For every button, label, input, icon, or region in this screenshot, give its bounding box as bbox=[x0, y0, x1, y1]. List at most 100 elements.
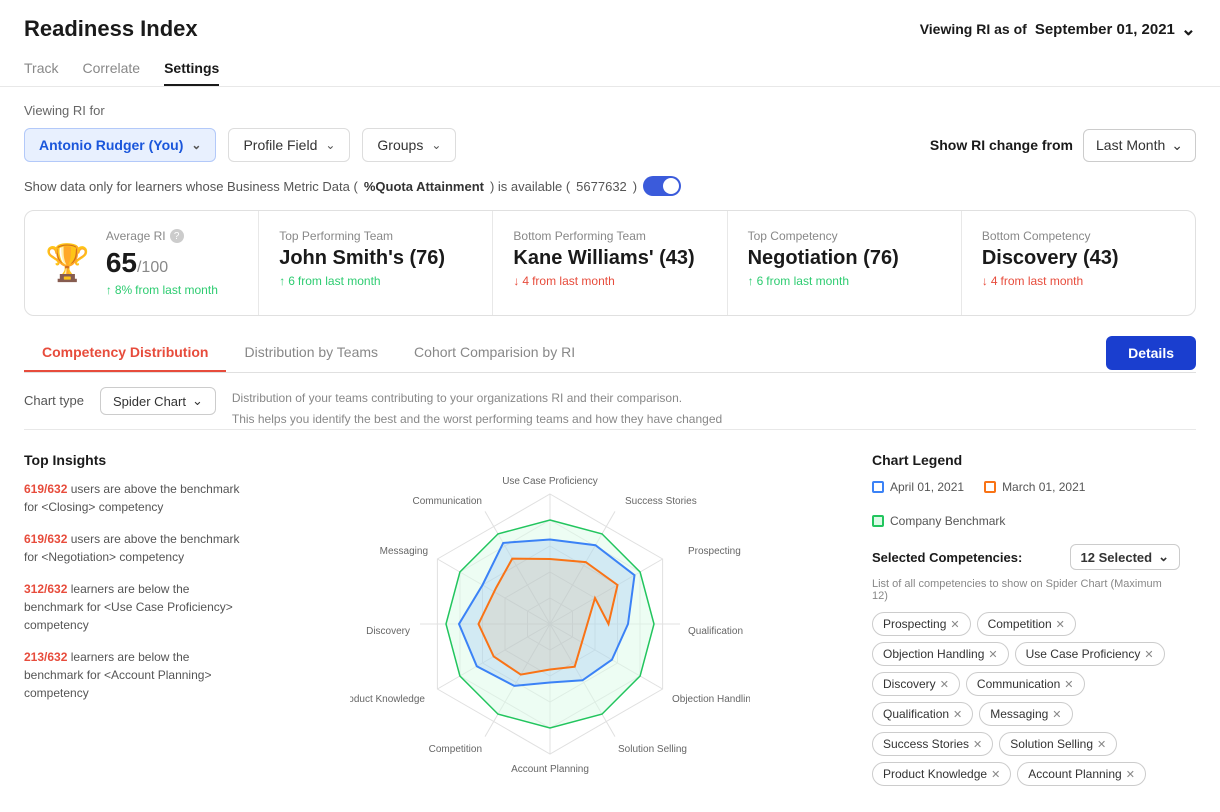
chevron-down-icon: ⌄ bbox=[325, 138, 335, 152]
legend-title: Chart Legend bbox=[872, 452, 1180, 468]
legend-label-benchmark: Company Benchmark bbox=[890, 514, 1005, 528]
tab-track[interactable]: Track bbox=[24, 52, 58, 86]
remove-tag-icon[interactable]: ✕ bbox=[973, 738, 982, 751]
tab-competency-distribution[interactable]: Competency Distribution bbox=[24, 334, 226, 372]
legend-panel: Chart Legend April 01, 2021 March 01, 20… bbox=[856, 442, 1196, 796]
show-ri-dropdown[interactable]: Last Month ⌄ bbox=[1083, 129, 1196, 162]
tag-account-planning: Account Planning ✕ bbox=[1017, 762, 1146, 786]
groups-label: Groups bbox=[377, 137, 423, 153]
filters-row: Antonio Rudger (You) ⌄ Profile Field ⌄ G… bbox=[24, 128, 1196, 162]
legend-label-march: March 01, 2021 bbox=[1002, 480, 1085, 494]
tag-communication: Communication ✕ bbox=[966, 672, 1085, 696]
remove-tag-icon[interactable]: ✕ bbox=[1126, 768, 1135, 781]
tag-list: Prospecting ✕ Competition ✕ Objection Ha… bbox=[872, 612, 1180, 786]
remove-tag-icon[interactable]: ✕ bbox=[1144, 648, 1153, 661]
bottom-team-name: Kane Williams' (43) bbox=[513, 247, 706, 270]
tab-cohort-comparison[interactable]: Cohort Comparision by RI bbox=[396, 334, 593, 372]
tag-use-case-proficiency: Use Case Proficiency ✕ bbox=[1015, 642, 1165, 666]
bottom-competency-label: Bottom Competency bbox=[982, 229, 1175, 243]
svg-text:Messaging: Messaging bbox=[380, 546, 428, 557]
insight-highlight: 213/632 bbox=[24, 650, 67, 664]
top-team-change: 6 from last month bbox=[279, 274, 472, 288]
svg-text:Prospecting: Prospecting bbox=[688, 546, 741, 557]
bottom-competency-change: 4 from last month bbox=[982, 274, 1175, 288]
remove-tag-icon[interactable]: ✕ bbox=[1097, 738, 1106, 751]
svg-text:Competition: Competition bbox=[429, 744, 482, 755]
info-icon[interactable]: ? bbox=[170, 229, 184, 243]
avg-ri-change: 8% from last month bbox=[106, 283, 218, 297]
insight-item: 312/632 learners are below the benchmark… bbox=[24, 580, 244, 634]
tab-correlate[interactable]: Correlate bbox=[82, 52, 140, 86]
chart-desc-line2: This helps you identify the best and the… bbox=[232, 410, 722, 429]
remove-tag-icon[interactable]: ✕ bbox=[1056, 618, 1065, 631]
spider-chart: Use Case Proficiency Success Stories Pro… bbox=[350, 449, 750, 789]
user-filter-label: Antonio Rudger (You) bbox=[39, 137, 183, 153]
tag-label: Messaging bbox=[990, 707, 1048, 721]
avg-ri-value: 65/100 bbox=[106, 247, 218, 279]
spider-chart-area: Use Case Proficiency Success Stories Pro… bbox=[244, 442, 856, 796]
chevron-down-icon: ⌄ bbox=[1171, 137, 1183, 154]
svg-text:Use Case Proficiency: Use Case Proficiency bbox=[502, 476, 598, 487]
chevron-down-icon: ⌄ bbox=[431, 138, 441, 152]
nav-tabs: Track Correlate Settings bbox=[24, 52, 1196, 86]
details-button[interactable]: Details bbox=[1106, 336, 1196, 370]
remove-tag-icon[interactable]: ✕ bbox=[991, 768, 1000, 781]
insight-item: 619/632 users are above the benchmark fo… bbox=[24, 530, 244, 566]
tag-label: Discovery bbox=[883, 677, 936, 691]
date-dropdown[interactable]: September 01, 2021 ⌄ bbox=[1035, 19, 1196, 40]
chevron-down-icon: ⌄ bbox=[192, 393, 203, 409]
metric-toggle[interactable] bbox=[643, 176, 681, 196]
tag-label: Communication bbox=[977, 677, 1060, 691]
metric-text-middle: ) is available ( bbox=[490, 179, 570, 194]
tab-distribution-teams[interactable]: Distribution by Teams bbox=[226, 334, 396, 372]
legend-dot-blue bbox=[872, 481, 884, 493]
legend-label-april: April 01, 2021 bbox=[890, 480, 964, 494]
main-section: Top Insights 619/632 users are above the… bbox=[24, 442, 1196, 796]
tag-objection-handling: Objection Handling ✕ bbox=[872, 642, 1009, 666]
legend-items: April 01, 2021 March 01, 2021 Company Be… bbox=[872, 480, 1180, 528]
legend-dot-orange bbox=[984, 481, 996, 493]
legend-item-march: March 01, 2021 bbox=[984, 480, 1085, 494]
list-hint: List of all competencies to show on Spid… bbox=[872, 578, 1180, 602]
chevron-down-icon: ⌄ bbox=[191, 138, 201, 152]
profile-field-button[interactable]: Profile Field ⌄ bbox=[228, 128, 350, 162]
down-arrow-icon bbox=[982, 274, 988, 288]
tag-label: Solution Selling bbox=[1010, 737, 1093, 751]
selected-comp-label: Selected Competencies: bbox=[872, 550, 1022, 565]
tab-settings[interactable]: Settings bbox=[164, 52, 219, 86]
bottom-team-label: Bottom Performing Team bbox=[513, 229, 706, 243]
page-title: Readiness Index bbox=[24, 16, 198, 42]
chevron-down-icon: ⌄ bbox=[1158, 549, 1169, 565]
remove-tag-icon[interactable]: ✕ bbox=[1052, 708, 1061, 721]
legend-dot-green bbox=[872, 515, 884, 527]
insights-panel: Top Insights 619/632 users are above the… bbox=[24, 442, 244, 796]
business-metric-row: Show data only for learners whose Busine… bbox=[24, 176, 1196, 196]
remove-tag-icon[interactable]: ✕ bbox=[988, 648, 997, 661]
remove-tag-icon[interactable]: ✕ bbox=[1064, 678, 1073, 691]
chart-type-select[interactable]: Spider Chart ⌄ bbox=[100, 387, 216, 415]
svg-text:Success Stories: Success Stories bbox=[625, 496, 697, 507]
top-team-label: Top Performing Team bbox=[279, 229, 472, 243]
trophy-icon: 🏆 bbox=[45, 242, 90, 284]
svg-text:Qualification: Qualification bbox=[688, 626, 743, 637]
user-filter-button[interactable]: Antonio Rudger (You) ⌄ bbox=[24, 128, 216, 162]
remove-tag-icon[interactable]: ✕ bbox=[953, 708, 962, 721]
profile-field-label: Profile Field bbox=[243, 137, 317, 153]
tag-solution-selling: Solution Selling ✕ bbox=[999, 732, 1117, 756]
selected-count-dropdown[interactable]: 12 Selected ⌄ bbox=[1070, 544, 1180, 570]
remove-tag-icon[interactable]: ✕ bbox=[940, 678, 949, 691]
legend-item-benchmark: Company Benchmark bbox=[872, 514, 1005, 528]
metric-count: 5677632 bbox=[576, 179, 627, 194]
tag-label: Qualification bbox=[883, 707, 949, 721]
viewing-for-label: Viewing RI for bbox=[24, 103, 1196, 118]
section-tabs: Competency Distribution Distribution by … bbox=[24, 334, 1196, 373]
svg-text:Communication: Communication bbox=[413, 496, 482, 507]
show-ri-label: Show RI change from bbox=[930, 137, 1073, 153]
groups-button[interactable]: Groups ⌄ bbox=[362, 128, 456, 162]
remove-tag-icon[interactable]: ✕ bbox=[950, 618, 959, 631]
insight-highlight: 312/632 bbox=[24, 582, 67, 596]
top-competency-card: Top Competency Negotiation (76) 6 from l… bbox=[728, 211, 962, 315]
svg-text:Product Knowledge: Product Knowledge bbox=[350, 694, 425, 705]
chart-type-label: Chart type bbox=[24, 393, 84, 408]
svg-text:Discovery: Discovery bbox=[366, 626, 410, 637]
